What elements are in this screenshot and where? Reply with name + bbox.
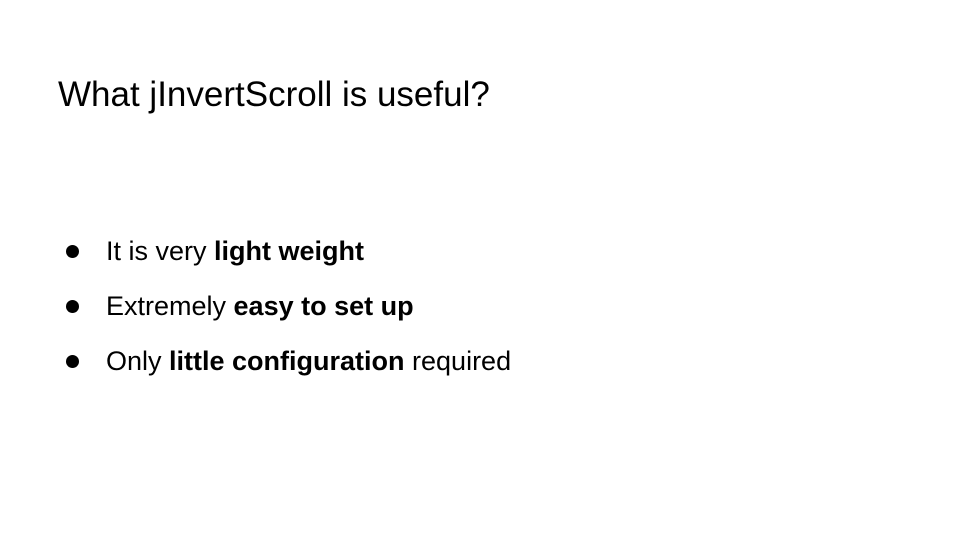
- slide: What jInvertScroll is useful? It is very…: [0, 0, 960, 540]
- bullet-text: Extremely easy to set up: [106, 284, 414, 328]
- slide-title: What jInvertScroll is useful?: [58, 75, 490, 114]
- bullet-text-regular: Extremely: [106, 291, 234, 321]
- bullet-text: It is very light weight: [106, 229, 364, 273]
- bullet-dot-icon: [66, 355, 79, 368]
- bullet-dot-icon: [66, 300, 79, 313]
- bullet-text-bold: easy to set up: [233, 291, 414, 321]
- bullet-text-bold: little configuration: [169, 346, 405, 376]
- bullet-text: Only little configuration required: [106, 339, 511, 383]
- bullet-dot-icon: [66, 245, 79, 258]
- bullet-text-regular: Only: [106, 346, 170, 376]
- bullet-text-bold: light weight: [214, 236, 364, 266]
- bullet-text-trailing: required: [404, 346, 512, 376]
- bullet-text-regular: It is very: [106, 236, 215, 266]
